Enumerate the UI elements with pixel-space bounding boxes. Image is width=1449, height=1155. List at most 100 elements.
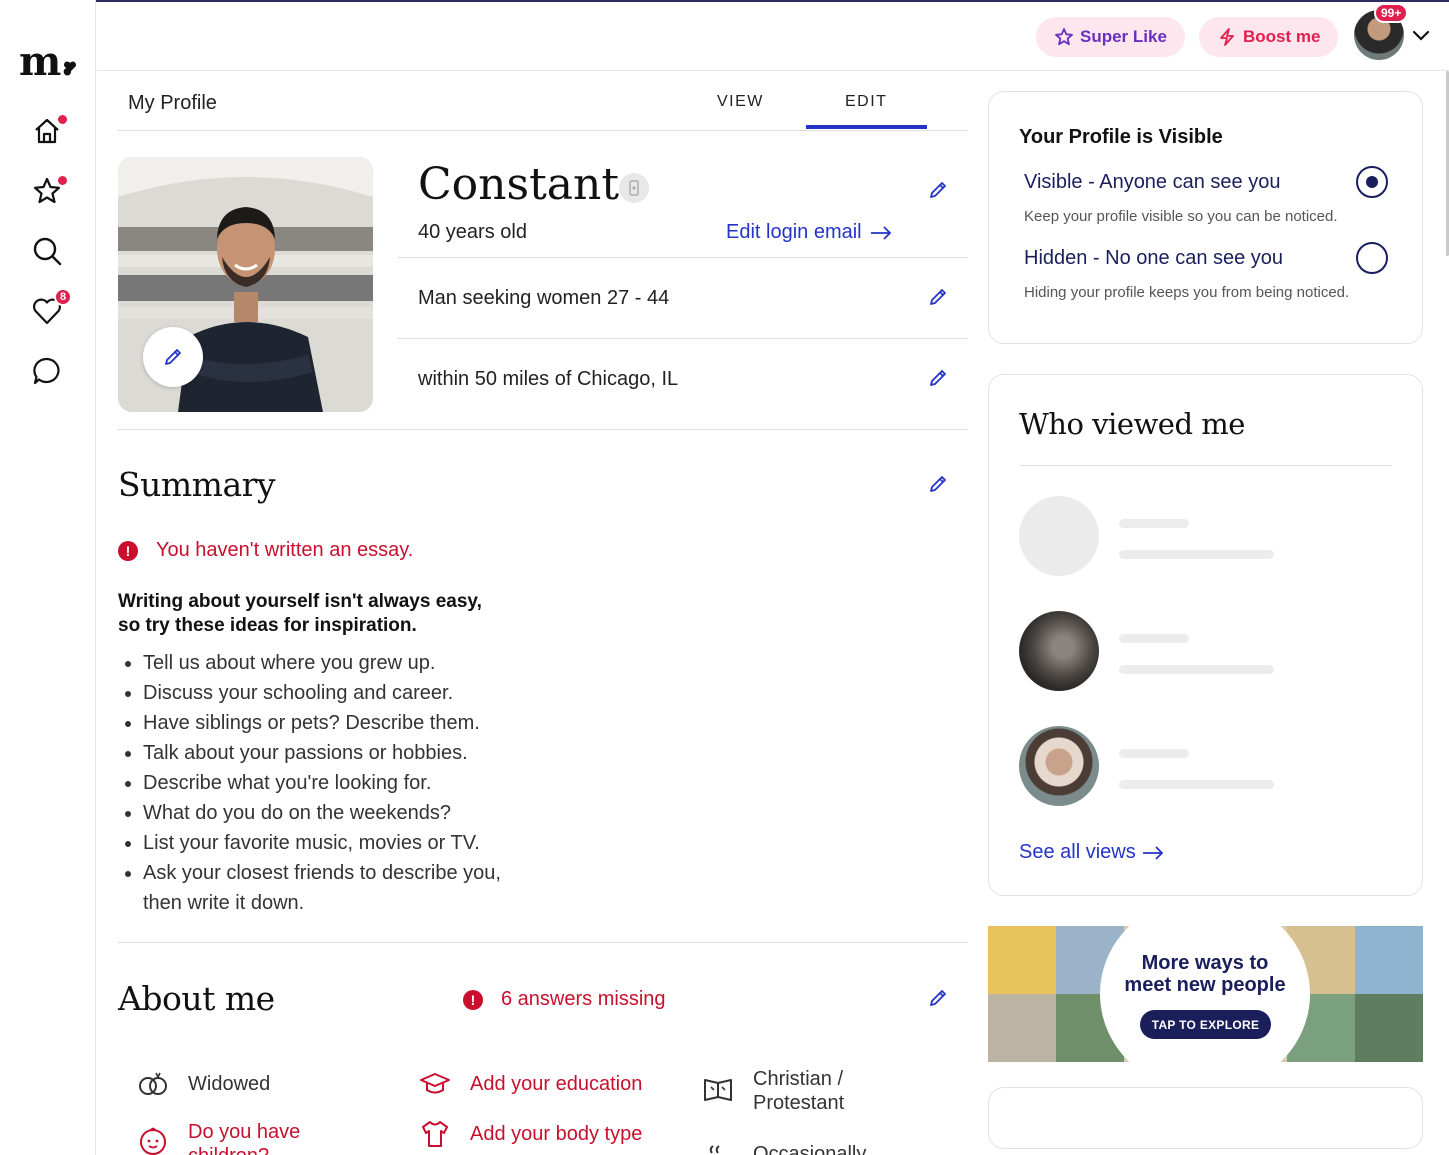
- skeleton-line: [1119, 665, 1274, 674]
- divider: [1019, 465, 1392, 466]
- about-habit[interactable]: Occasionally: [701, 1137, 866, 1155]
- list-item: Discuss your schooling and career.: [143, 678, 533, 708]
- relationship-status-value: Widowed: [188, 1072, 271, 1095]
- inspiration-line-1: Writing about yourself isn't always easy…: [118, 591, 482, 612]
- chat-icon: [33, 357, 60, 385]
- page-title: My Profile: [128, 92, 217, 114]
- top-header: Super Like Boost me 99+: [97, 2, 1449, 71]
- promo-line-2: meet new people: [1124, 974, 1286, 996]
- visibility-title: Your Profile is Visible: [1019, 126, 1223, 148]
- edit-location-pencil-icon[interactable]: [927, 367, 949, 389]
- religion-value: Christian / Protestant: [753, 1067, 844, 1115]
- promo-headline: More ways to meet new people: [1106, 952, 1304, 996]
- book-icon: [701, 1073, 735, 1107]
- promo-photo: [988, 994, 1056, 1062]
- habit-value: Occasionally: [753, 1142, 867, 1155]
- list-item: Talk about your passions or hobbies.: [143, 738, 533, 768]
- pencil-icon: [165, 349, 181, 365]
- smoke-icon: [701, 1137, 735, 1155]
- edit-photo-button[interactable]: [143, 327, 203, 387]
- shirt-icon: [418, 1117, 452, 1151]
- promo-photo: [988, 926, 1056, 994]
- list-item: List your favorite music, movies or TV.: [143, 828, 533, 858]
- skeleton-line: [1119, 780, 1274, 789]
- logo-heart-icon: [63, 61, 77, 72]
- viewer-avatar[interactable]: [1019, 611, 1099, 691]
- body-type-value: Add your body type: [470, 1122, 643, 1145]
- sidebar: m. 8: [0, 0, 96, 1155]
- edit-name-pencil-icon[interactable]: [927, 179, 949, 201]
- verification-icon[interactable]: [619, 173, 649, 203]
- likes-count-badge: 8: [54, 288, 72, 306]
- viewer-avatar[interactable]: [1019, 726, 1099, 806]
- viewer-avatar[interactable]: [1019, 496, 1099, 576]
- hidden-option-description: Hiding your profile keeps you from being…: [1024, 284, 1350, 301]
- tap-to-explore-button[interactable]: TAP TO EXPLORE: [1140, 1010, 1271, 1039]
- children-line-1: Do you have: [188, 1121, 301, 1143]
- chevron-down-icon[interactable]: [1411, 26, 1431, 46]
- boost-label: Boost me: [1243, 27, 1321, 46]
- list-item: Have siblings or pets? Describe them.: [143, 708, 533, 738]
- about-body-type[interactable]: Add your body type: [418, 1117, 642, 1151]
- children-line-2: children?: [188, 1144, 300, 1155]
- edit-summary-pencil-icon[interactable]: [927, 473, 949, 495]
- list-item: Tell us about where you grew up.: [143, 648, 533, 678]
- alert-icon: !: [463, 989, 483, 1010]
- children-value: Do you have children?: [188, 1120, 300, 1155]
- edit-seeking-pencil-icon[interactable]: [927, 286, 949, 308]
- notifications-badge: 99+: [1374, 3, 1409, 23]
- inspiration-line-2: so try these ideas for inspiration.: [118, 615, 417, 636]
- promo-photo: [1355, 994, 1423, 1062]
- sidebar-item-favorites[interactable]: [30, 174, 67, 208]
- section-divider: [118, 942, 968, 943]
- summary-title: Summary: [118, 465, 276, 504]
- edit-login-email-link[interactable]: Edit login email: [726, 221, 892, 244]
- baby-face-icon: [136, 1124, 170, 1155]
- arrow-right-icon: [1142, 845, 1163, 860]
- visible-radio[interactable]: [1356, 166, 1388, 198]
- about-me-title: About me: [118, 979, 275, 1018]
- profile-visibility-card: Your Profile is Visible Visible - Anyone…: [988, 91, 1423, 344]
- promo-line-1: More ways to: [1141, 952, 1269, 974]
- religion-line-1: Christian /: [753, 1068, 844, 1090]
- essay-warning-text: You haven't written an essay.: [156, 539, 414, 561]
- about-children[interactable]: Do you have children?: [136, 1120, 300, 1155]
- hidden-radio[interactable]: [1356, 242, 1388, 274]
- about-relationship-status[interactable]: Widowed: [136, 1067, 270, 1101]
- location-preference: within 50 miles of Chicago, IL: [418, 368, 679, 390]
- tab-view[interactable]: VIEW: [717, 93, 764, 111]
- essay-ideas-list: Tell us about where you grew up. Discuss…: [143, 648, 533, 918]
- sidebar-item-likes[interactable]: 8: [30, 288, 72, 328]
- explore-promo-banner[interactable]: More ways to meet new people TAP TO EXPL…: [988, 926, 1423, 1062]
- see-all-views-label: See all views: [1019, 841, 1136, 863]
- sidebar-item-messages[interactable]: [30, 354, 64, 388]
- super-like-label: Super Like: [1080, 27, 1167, 46]
- profile-age: 40 years old: [418, 221, 527, 243]
- skeleton-line: [1119, 749, 1189, 758]
- hidden-option-label[interactable]: Hidden - No one can see you: [1024, 247, 1283, 270]
- sidebar-item-home[interactable]: [30, 114, 67, 148]
- answers-missing-text: 6 answers missing: [501, 988, 666, 1010]
- divider: [398, 257, 968, 258]
- alert-icon: !: [118, 540, 138, 561]
- visible-option-label[interactable]: Visible - Anyone can see you: [1024, 171, 1280, 194]
- see-all-views-link[interactable]: See all views: [1019, 841, 1164, 864]
- skeleton-line: [1119, 519, 1189, 528]
- answers-missing-warning[interactable]: ! 6 answers missing: [463, 988, 666, 1011]
- super-like-button[interactable]: Super Like: [1036, 17, 1185, 57]
- profile-photo[interactable]: [118, 157, 373, 412]
- skeleton-line: [1119, 550, 1274, 559]
- sidebar-item-search[interactable]: [30, 234, 64, 268]
- edit-about-pencil-icon[interactable]: [927, 987, 949, 1009]
- lightning-icon: [1220, 28, 1234, 46]
- essay-warning: ! You haven't written an essay.: [118, 539, 413, 562]
- notification-dot: [58, 176, 67, 185]
- boost-button[interactable]: Boost me: [1199, 17, 1339, 57]
- tab-edit[interactable]: EDIT: [845, 93, 887, 111]
- skeleton-line: [1119, 634, 1189, 643]
- phone-icon: [629, 180, 639, 196]
- about-religion[interactable]: Christian / Protestant: [701, 1067, 844, 1115]
- about-education[interactable]: Add your education: [418, 1067, 642, 1101]
- profile-name: Constant: [418, 159, 620, 210]
- list-item: Ask your closest friends to describe you…: [143, 858, 533, 918]
